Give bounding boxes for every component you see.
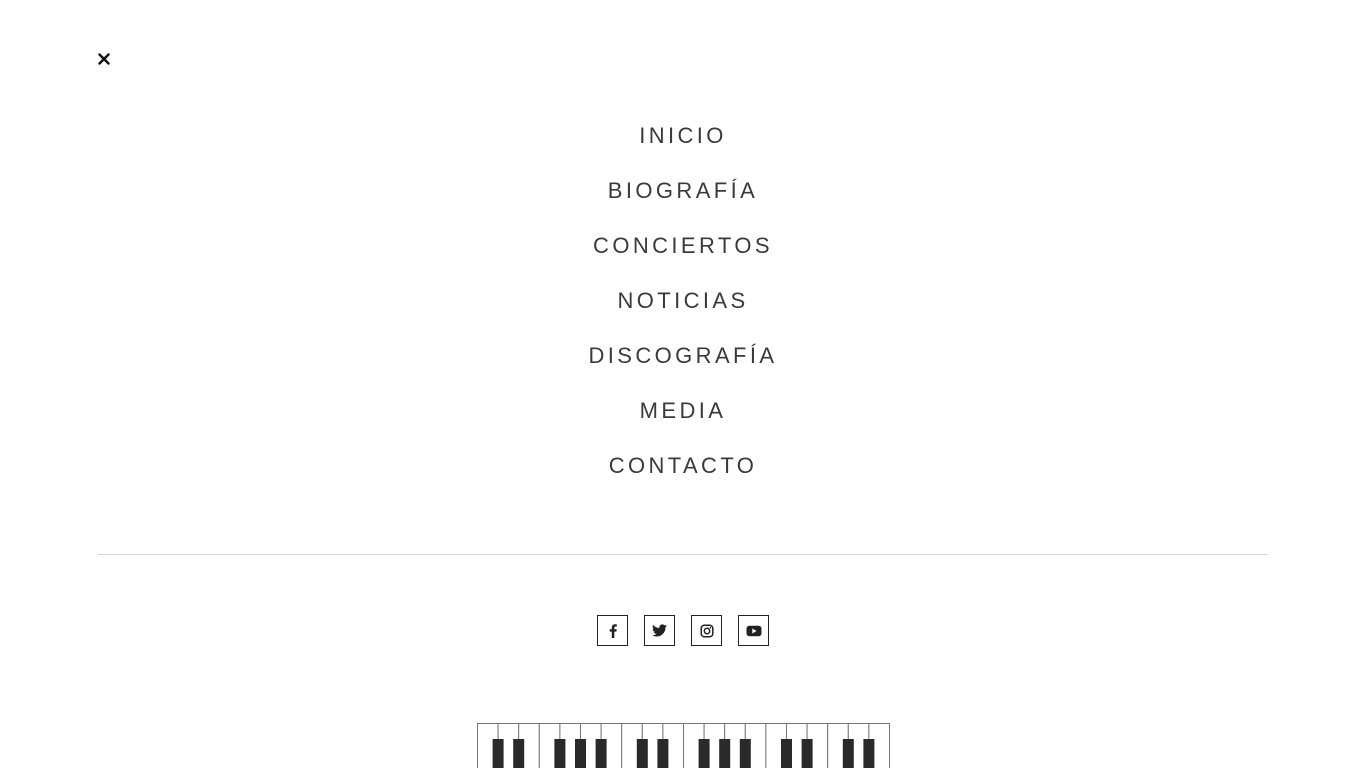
piano-black-key: [513, 739, 525, 768]
piano-black-key: [801, 739, 813, 768]
nav-link-conciertos[interactable]: CONCIERTOS: [593, 233, 773, 259]
piano-black-key: [698, 739, 710, 768]
twitter-icon: [652, 624, 667, 637]
nav-item-noticias: NOTICIAS: [0, 273, 1366, 328]
piano-keys-icon: [477, 723, 890, 768]
piano-black-key: [719, 739, 731, 768]
piano-black-key: [492, 739, 504, 768]
piano-black-key: [554, 739, 566, 768]
menu-overlay: INICIO BIOGRAFÍA CONCIERTOS NOTICIAS DIS…: [0, 0, 1366, 768]
piano-black-key: [781, 739, 792, 768]
nav-item-biografia: BIOGRAFÍA: [0, 163, 1366, 218]
nav-link-biografia[interactable]: BIOGRAFÍA: [608, 178, 758, 204]
main-navigation: INICIO BIOGRAFÍA CONCIERTOS NOTICIAS DIS…: [0, 108, 1366, 493]
nav-link-contacto[interactable]: CONTACTO: [609, 453, 758, 479]
nav-item-conciertos: CONCIERTOS: [0, 218, 1366, 273]
nav-link-noticias[interactable]: NOTICIAS: [617, 288, 748, 314]
piano-black-key: [595, 739, 607, 768]
piano-black-key: [863, 739, 875, 768]
piano-black-key: [842, 739, 854, 768]
piano-black-key: [657, 739, 669, 768]
facebook-icon: [609, 623, 617, 638]
facebook-link[interactable]: [597, 615, 628, 646]
nav-link-discografia[interactable]: DISCOGRAFÍA: [589, 343, 778, 369]
twitter-link[interactable]: [644, 615, 675, 646]
piano-black-key: [575, 739, 586, 768]
nav-item-inicio: INICIO: [0, 108, 1366, 163]
menu-divider: [98, 554, 1268, 555]
nav-item-discografia: DISCOGRAFÍA: [0, 328, 1366, 383]
nav-link-media[interactable]: MEDIA: [640, 398, 727, 424]
piano-black-key: [739, 739, 751, 768]
piano-black-key: [636, 739, 648, 768]
youtube-icon: [746, 625, 761, 636]
close-icon: [98, 53, 110, 65]
nav-link-inicio[interactable]: INICIO: [639, 123, 727, 149]
youtube-link[interactable]: [738, 615, 769, 646]
close-button[interactable]: [95, 50, 113, 68]
social-links: [0, 615, 1366, 646]
nav-item-media: MEDIA: [0, 383, 1366, 438]
instagram-link[interactable]: [691, 615, 722, 646]
nav-item-contacto: CONTACTO: [0, 438, 1366, 493]
instagram-icon: [699, 623, 714, 638]
